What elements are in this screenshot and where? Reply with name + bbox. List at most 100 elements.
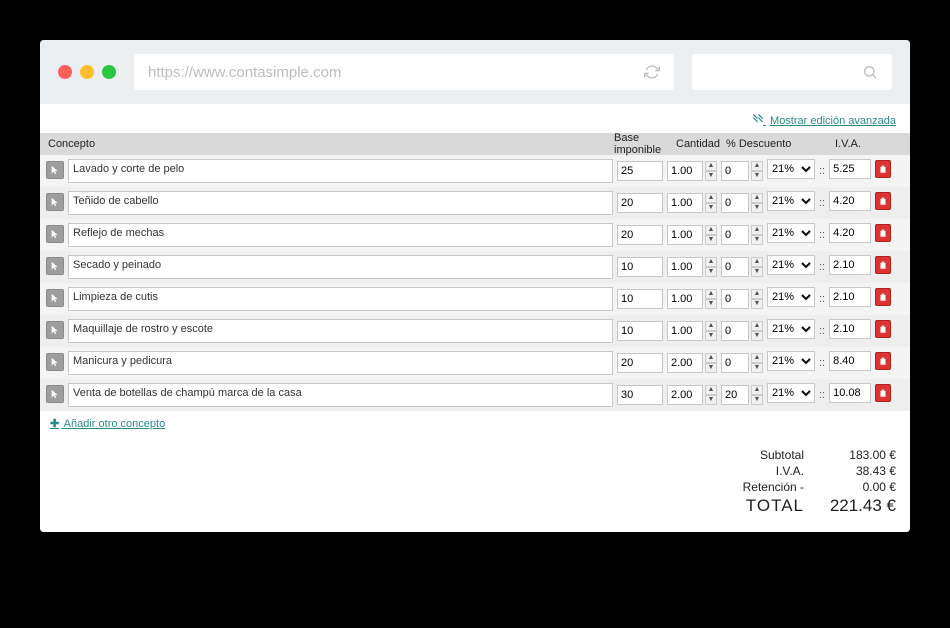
qty-down-button[interactable]: ▼ bbox=[705, 331, 717, 341]
disc-up-button[interactable]: ▲ bbox=[751, 289, 763, 299]
disc-up-button[interactable]: ▲ bbox=[751, 193, 763, 203]
qty-down-button[interactable]: ▼ bbox=[705, 267, 717, 277]
disc-down-button[interactable]: ▼ bbox=[751, 363, 763, 373]
concept-input[interactable]: Manicura y pedicura bbox=[68, 351, 613, 375]
qty-up-button[interactable]: ▲ bbox=[705, 321, 717, 331]
quantity-input[interactable] bbox=[667, 161, 703, 181]
qty-up-button[interactable]: ▲ bbox=[705, 225, 717, 235]
qty-down-button[interactable]: ▼ bbox=[705, 299, 717, 309]
close-icon[interactable] bbox=[58, 65, 72, 79]
iva-amount-input[interactable] bbox=[829, 191, 871, 211]
qty-down-button[interactable]: ▼ bbox=[705, 203, 717, 213]
iva-select[interactable]: 21% bbox=[767, 383, 815, 403]
select-row-button[interactable] bbox=[46, 289, 64, 307]
iva-amount-input[interactable] bbox=[829, 223, 871, 243]
disc-up-button[interactable]: ▲ bbox=[751, 161, 763, 171]
disc-down-button[interactable]: ▼ bbox=[751, 331, 763, 341]
base-input[interactable] bbox=[617, 225, 663, 245]
iva-amount-input[interactable] bbox=[829, 159, 871, 179]
disc-down-button[interactable]: ▼ bbox=[751, 171, 763, 181]
discount-input[interactable] bbox=[721, 193, 749, 213]
delete-row-button[interactable] bbox=[875, 384, 891, 402]
disc-up-button[interactable]: ▲ bbox=[751, 353, 763, 363]
disc-up-button[interactable]: ▲ bbox=[751, 257, 763, 267]
base-input[interactable] bbox=[617, 353, 663, 373]
base-input[interactable] bbox=[617, 385, 663, 405]
qty-down-button[interactable]: ▼ bbox=[705, 363, 717, 373]
discount-input[interactable] bbox=[721, 257, 749, 277]
discount-input[interactable] bbox=[721, 385, 749, 405]
qty-up-button[interactable]: ▲ bbox=[705, 353, 717, 363]
delete-row-button[interactable] bbox=[875, 256, 891, 274]
concept-input[interactable]: Lavado y corte de pelo bbox=[68, 159, 613, 183]
base-input[interactable] bbox=[617, 289, 663, 309]
qty-down-button[interactable]: ▼ bbox=[705, 395, 717, 405]
iva-amount-input[interactable] bbox=[829, 319, 871, 339]
reload-icon[interactable] bbox=[644, 64, 660, 80]
delete-row-button[interactable] bbox=[875, 352, 891, 370]
discount-input[interactable] bbox=[721, 161, 749, 181]
iva-select[interactable]: 21% bbox=[767, 319, 815, 339]
maximize-icon[interactable] bbox=[102, 65, 116, 79]
select-row-button[interactable] bbox=[46, 257, 64, 275]
address-bar[interactable]: https://www.contasimple.com bbox=[134, 54, 674, 90]
minimize-icon[interactable] bbox=[80, 65, 94, 79]
concept-input[interactable]: Reflejo de mechas bbox=[68, 223, 613, 247]
quantity-input[interactable] bbox=[667, 353, 703, 373]
concept-input[interactable]: Venta de botellas de champú marca de la … bbox=[68, 383, 613, 407]
quantity-input[interactable] bbox=[667, 321, 703, 341]
delete-row-button[interactable] bbox=[875, 288, 891, 306]
search-bar[interactable] bbox=[692, 54, 892, 90]
concept-input[interactable]: Limpieza de cutis bbox=[68, 287, 613, 311]
iva-amount-input[interactable] bbox=[829, 383, 871, 403]
discount-input[interactable] bbox=[721, 321, 749, 341]
quantity-input[interactable] bbox=[667, 225, 703, 245]
iva-select[interactable]: 21% bbox=[767, 351, 815, 371]
qty-up-button[interactable]: ▲ bbox=[705, 193, 717, 203]
qty-down-button[interactable]: ▼ bbox=[705, 171, 717, 181]
disc-down-button[interactable]: ▼ bbox=[751, 299, 763, 309]
disc-down-button[interactable]: ▼ bbox=[751, 395, 763, 405]
qty-up-button[interactable]: ▲ bbox=[705, 161, 717, 171]
base-input[interactable] bbox=[617, 161, 663, 181]
disc-up-button[interactable]: ▲ bbox=[751, 321, 763, 331]
quantity-input[interactable] bbox=[667, 193, 703, 213]
discount-input[interactable] bbox=[721, 353, 749, 373]
disc-up-button[interactable]: ▲ bbox=[751, 225, 763, 235]
disc-down-button[interactable]: ▼ bbox=[751, 235, 763, 245]
quantity-input[interactable] bbox=[667, 385, 703, 405]
qty-up-button[interactable]: ▲ bbox=[705, 385, 717, 395]
concept-input[interactable]: Teñido de cabello bbox=[68, 191, 613, 215]
base-input[interactable] bbox=[617, 257, 663, 277]
add-concept-link[interactable]: ✚ Añadir otro concepto bbox=[50, 418, 165, 430]
disc-down-button[interactable]: ▼ bbox=[751, 203, 763, 213]
qty-down-button[interactable]: ▼ bbox=[705, 235, 717, 245]
base-input[interactable] bbox=[617, 193, 663, 213]
concept-input[interactable]: Maquillaje de rostro y escote bbox=[68, 319, 613, 343]
select-row-button[interactable] bbox=[46, 353, 64, 371]
iva-select[interactable]: 21% bbox=[767, 223, 815, 243]
disc-up-button[interactable]: ▲ bbox=[751, 385, 763, 395]
base-input[interactable] bbox=[617, 321, 663, 341]
quantity-input[interactable] bbox=[667, 289, 703, 309]
delete-row-button[interactable] bbox=[875, 160, 891, 178]
qty-up-button[interactable]: ▲ bbox=[705, 257, 717, 267]
iva-amount-input[interactable] bbox=[829, 255, 871, 275]
delete-row-button[interactable] bbox=[875, 224, 891, 242]
select-row-button[interactable] bbox=[46, 193, 64, 211]
qty-up-button[interactable]: ▲ bbox=[705, 289, 717, 299]
select-row-button[interactable] bbox=[46, 161, 64, 179]
iva-select[interactable]: 21% bbox=[767, 191, 815, 211]
disc-down-button[interactable]: ▼ bbox=[751, 267, 763, 277]
quantity-input[interactable] bbox=[667, 257, 703, 277]
iva-select[interactable]: 21% bbox=[767, 287, 815, 307]
iva-select[interactable]: 21% bbox=[767, 255, 815, 275]
select-row-button[interactable] bbox=[46, 225, 64, 243]
advanced-edit-link[interactable]: Mostrar edición avanzada bbox=[753, 115, 896, 127]
iva-amount-input[interactable] bbox=[829, 287, 871, 307]
delete-row-button[interactable] bbox=[875, 192, 891, 210]
iva-amount-input[interactable] bbox=[829, 351, 871, 371]
discount-input[interactable] bbox=[721, 289, 749, 309]
select-row-button[interactable] bbox=[46, 321, 64, 339]
delete-row-button[interactable] bbox=[875, 320, 891, 338]
